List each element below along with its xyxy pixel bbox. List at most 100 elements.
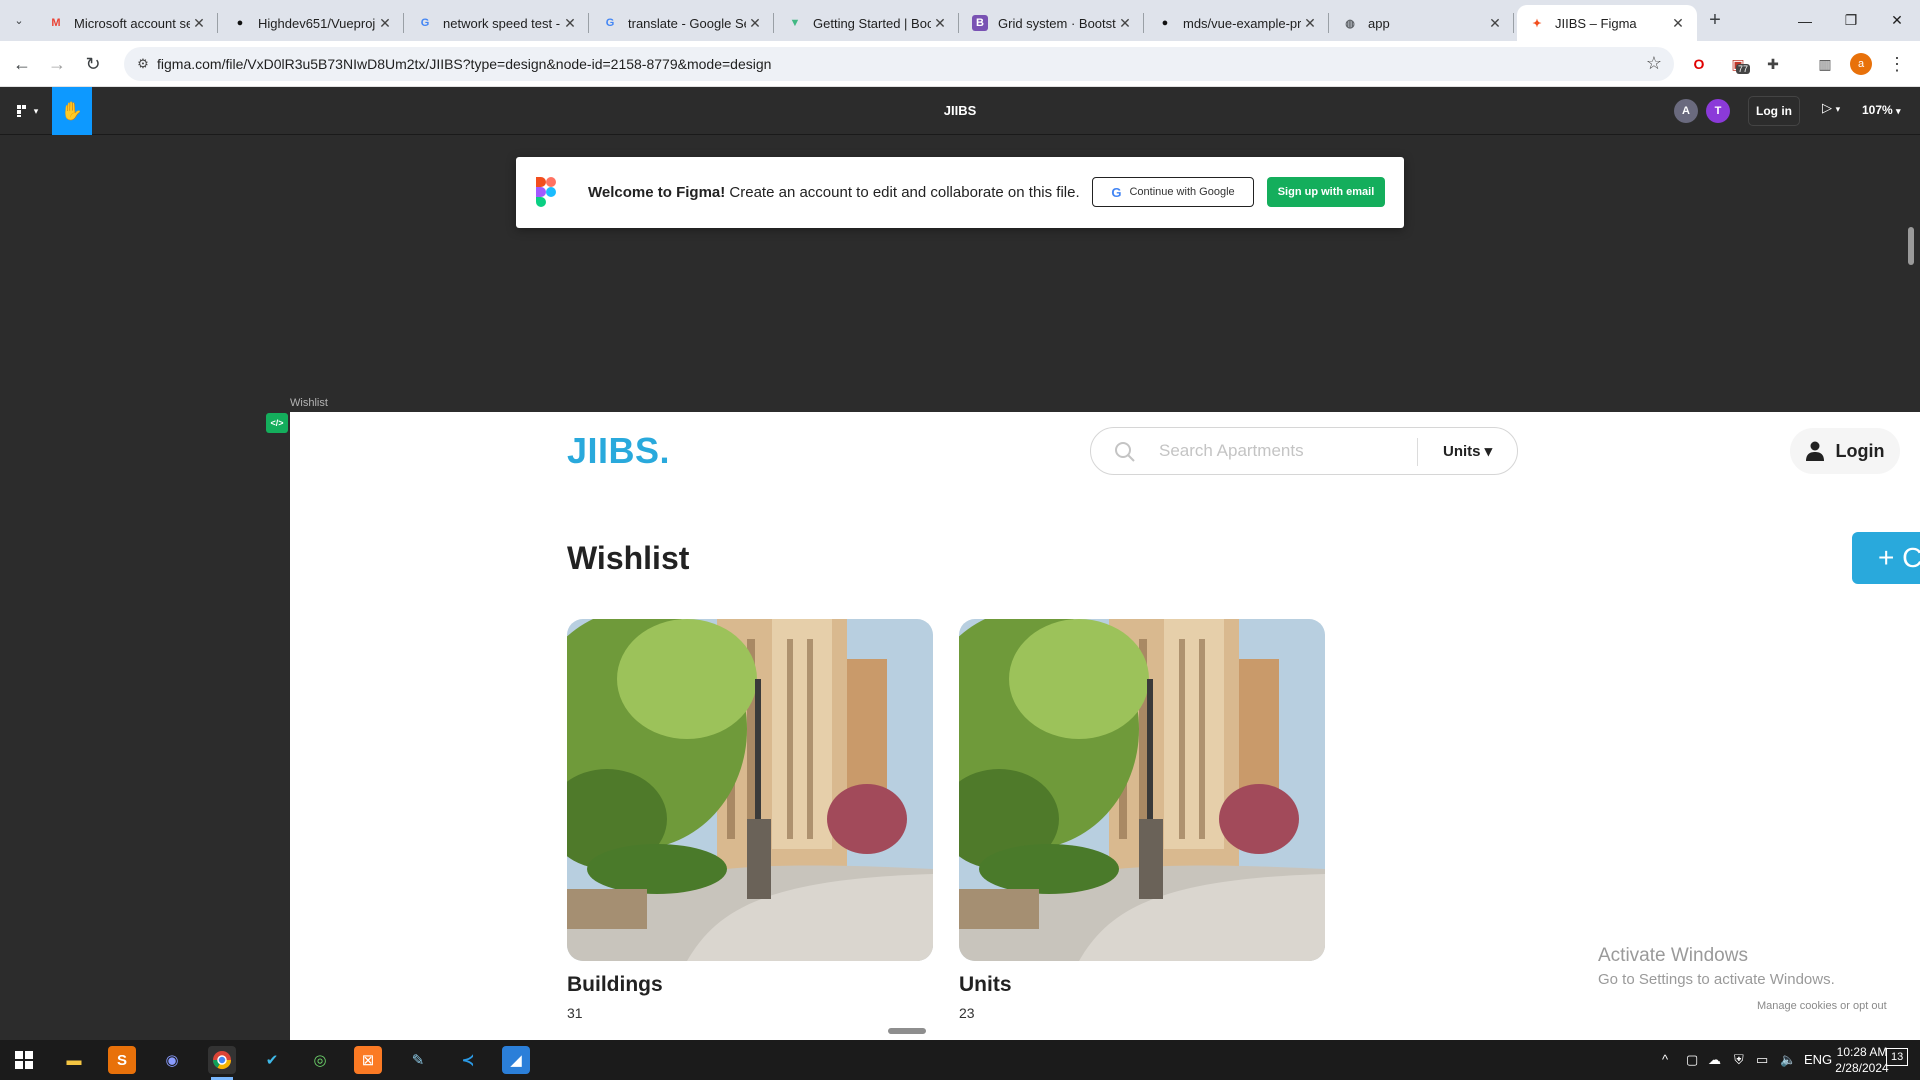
- tab-title: Highdev651/Vueproj: [258, 15, 376, 31]
- manage-cookies-link[interactable]: Manage cookies or opt out: [1757, 1000, 1887, 1012]
- windows-start-icon[interactable]: [10, 1046, 38, 1074]
- onedrive-icon[interactable]: ☁: [1708, 1052, 1721, 1068]
- figma-menu-icon: [16, 105, 26, 117]
- vpn-icon[interactable]: ✔: [258, 1046, 286, 1074]
- globe-icon: ◍: [1345, 17, 1355, 30]
- close-window-button[interactable]: ✕: [1874, 0, 1920, 41]
- extension-badge-icon[interactable]: ▣ 77: [1727, 53, 1751, 75]
- language-icon[interactable]: ENG: [1804, 1052, 1832, 1067]
- tab-title: app: [1368, 15, 1390, 31]
- hand-tool-icon[interactable]: ✋: [52, 87, 92, 135]
- network-icon[interactable]: ▭: [1756, 1052, 1768, 1068]
- meet-now-icon[interactable]: ▢: [1686, 1052, 1698, 1068]
- dev-mode-code-icon[interactable]: </>: [266, 413, 288, 433]
- extension-badge-count: 77: [1736, 64, 1751, 74]
- close-icon[interactable]: ✕: [746, 14, 764, 32]
- github-icon: ●: [1161, 17, 1169, 29]
- skype-icon[interactable]: S: [108, 1046, 136, 1074]
- file-title: JIIBS: [943, 103, 977, 118]
- building-courtyard-image: [567, 619, 933, 961]
- close-icon[interactable]: ✕: [561, 14, 579, 32]
- vertical-scrollbar[interactable]: [1908, 227, 1914, 265]
- volume-icon[interactable]: 🔈: [1780, 1052, 1796, 1068]
- browser-toolbar: ← → ↻ ⚙ figma.com/file/VxD0lR3u5B73NIwD8…: [0, 41, 1920, 87]
- paint-icon[interactable]: ◢: [502, 1046, 530, 1074]
- xampp-icon[interactable]: ⊠: [354, 1046, 382, 1074]
- back-button[interactable]: ←: [10, 52, 34, 76]
- chrome-icon[interactable]: [208, 1046, 236, 1074]
- url-text[interactable]: figma.com/file/VxD0lR3u5B73NIwD8Um2tx/JI…: [157, 56, 771, 72]
- browser-tab[interactable]: ◍ app ✕: [1330, 5, 1514, 41]
- vue-icon: ▼: [789, 17, 801, 29]
- close-icon[interactable]: ✕: [1116, 14, 1134, 32]
- wishlist-card[interactable]: Units 23: [959, 619, 1325, 1021]
- browser-tab[interactable]: B Grid system · Bootstr ✕: [960, 5, 1144, 41]
- clock-time: 10:28 AM: [1836, 1045, 1888, 1059]
- search-bar[interactable]: Units ▾: [1090, 427, 1518, 475]
- tab-title: JIIBS – Figma: [1555, 15, 1637, 31]
- figma-canvas[interactable]: Welcome to Figma! Create an account to e…: [0, 135, 1920, 1040]
- close-icon[interactable]: ✕: [1301, 14, 1319, 32]
- site-logo[interactable]: JIIBS.: [567, 430, 670, 472]
- show-hidden-icons[interactable]: ^: [1662, 1052, 1668, 1067]
- units-dropdown[interactable]: Units ▾: [1443, 442, 1492, 460]
- site-info-icon[interactable]: ⚙: [134, 55, 152, 73]
- notification-center-icon[interactable]: 13: [1886, 1048, 1909, 1066]
- new-tab-button[interactable]: +: [1703, 8, 1727, 32]
- google-icon: G: [420, 17, 430, 29]
- card-image[interactable]: [959, 619, 1325, 961]
- chevron-down-icon: ▾: [33, 105, 39, 116]
- wishlist-card[interactable]: Buildings 31: [567, 619, 933, 1021]
- google-g-icon: G: [1111, 184, 1122, 200]
- browser-tab-active[interactable]: ✦ JIIBS – Figma ✕: [1517, 5, 1697, 41]
- create-button[interactable]: + C: [1852, 532, 1920, 584]
- close-icon[interactable]: ✕: [931, 14, 949, 32]
- vscode-icon[interactable]: ≺: [454, 1046, 482, 1074]
- frame-name-label[interactable]: Wishlist: [290, 397, 328, 409]
- activate-windows-watermark: Activate Windows Go to Settings to activ…: [1598, 945, 1835, 988]
- figma-login-button[interactable]: Log in: [1748, 96, 1800, 126]
- browser-tab[interactable]: ● Highdev651/Vueproj ✕: [220, 5, 404, 41]
- zoom-level[interactable]: 107% ▾: [1862, 103, 1901, 117]
- forward-button[interactable]: →: [45, 52, 69, 76]
- close-icon[interactable]: ✕: [376, 14, 394, 32]
- close-icon[interactable]: ✕: [1486, 14, 1504, 32]
- address-bar[interactable]: ⚙ figma.com/file/VxD0lR3u5B73NIwD8Um2tx/…: [124, 47, 1674, 81]
- horizontal-scrollbar[interactable]: [888, 1028, 926, 1034]
- notepad-icon[interactable]: ✎: [404, 1046, 432, 1074]
- profile-icon[interactable]: a: [1850, 53, 1872, 75]
- card-title[interactable]: Buildings: [567, 973, 933, 997]
- present-play-icon[interactable]: ▷ ▾: [1822, 100, 1840, 116]
- minimize-button[interactable]: —: [1782, 0, 1828, 41]
- close-icon[interactable]: ✕: [1669, 14, 1687, 32]
- browser-tab[interactable]: M Microsoft account se ✕: [36, 5, 218, 41]
- figma-main-menu[interactable]: ▾: [8, 99, 46, 123]
- opera-icon[interactable]: O: [1688, 53, 1710, 75]
- reload-button[interactable]: ↻: [81, 52, 105, 76]
- continue-with-google-button[interactable]: G Continue with Google: [1092, 177, 1254, 207]
- app-circle-icon[interactable]: ◎: [306, 1046, 334, 1074]
- system-clock[interactable]: 10:28 AM 2/28/2024: [1832, 1044, 1892, 1076]
- discord-icon[interactable]: ◉: [158, 1046, 186, 1074]
- browser-tab[interactable]: G network speed test - ✕: [405, 5, 589, 41]
- card-image[interactable]: [567, 619, 933, 961]
- menu-dots-icon[interactable]: ⋮: [1886, 53, 1908, 75]
- browser-tab[interactable]: ● mds/vue-example-pr ✕: [1145, 5, 1329, 41]
- security-icon[interactable]: ⛨: [1734, 1052, 1744, 1068]
- browser-tab[interactable]: G translate - Google Se ✕: [590, 5, 774, 41]
- avatar[interactable]: A: [1674, 99, 1698, 123]
- file-explorer-icon[interactable]: ▬: [60, 1046, 88, 1074]
- card-title[interactable]: Units: [959, 973, 1325, 997]
- restore-button[interactable]: ❐: [1828, 0, 1874, 41]
- bookmark-star-icon[interactable]: ☆: [1646, 53, 1662, 74]
- search-input[interactable]: [1159, 441, 1419, 461]
- sign-up-email-button[interactable]: Sign up with email: [1267, 177, 1385, 207]
- close-icon[interactable]: ✕: [190, 14, 208, 32]
- sidepanel-icon[interactable]: ▥: [1814, 53, 1836, 75]
- tab-search-button[interactable]: ⌄: [6, 8, 32, 32]
- tab-title: network speed test -: [443, 15, 561, 31]
- browser-tab[interactable]: ▼ Getting Started | Boo ✕: [775, 5, 959, 41]
- avatar[interactable]: T: [1706, 99, 1730, 123]
- puzzle-icon[interactable]: ✚: [1762, 53, 1784, 75]
- login-button[interactable]: Login: [1790, 428, 1900, 474]
